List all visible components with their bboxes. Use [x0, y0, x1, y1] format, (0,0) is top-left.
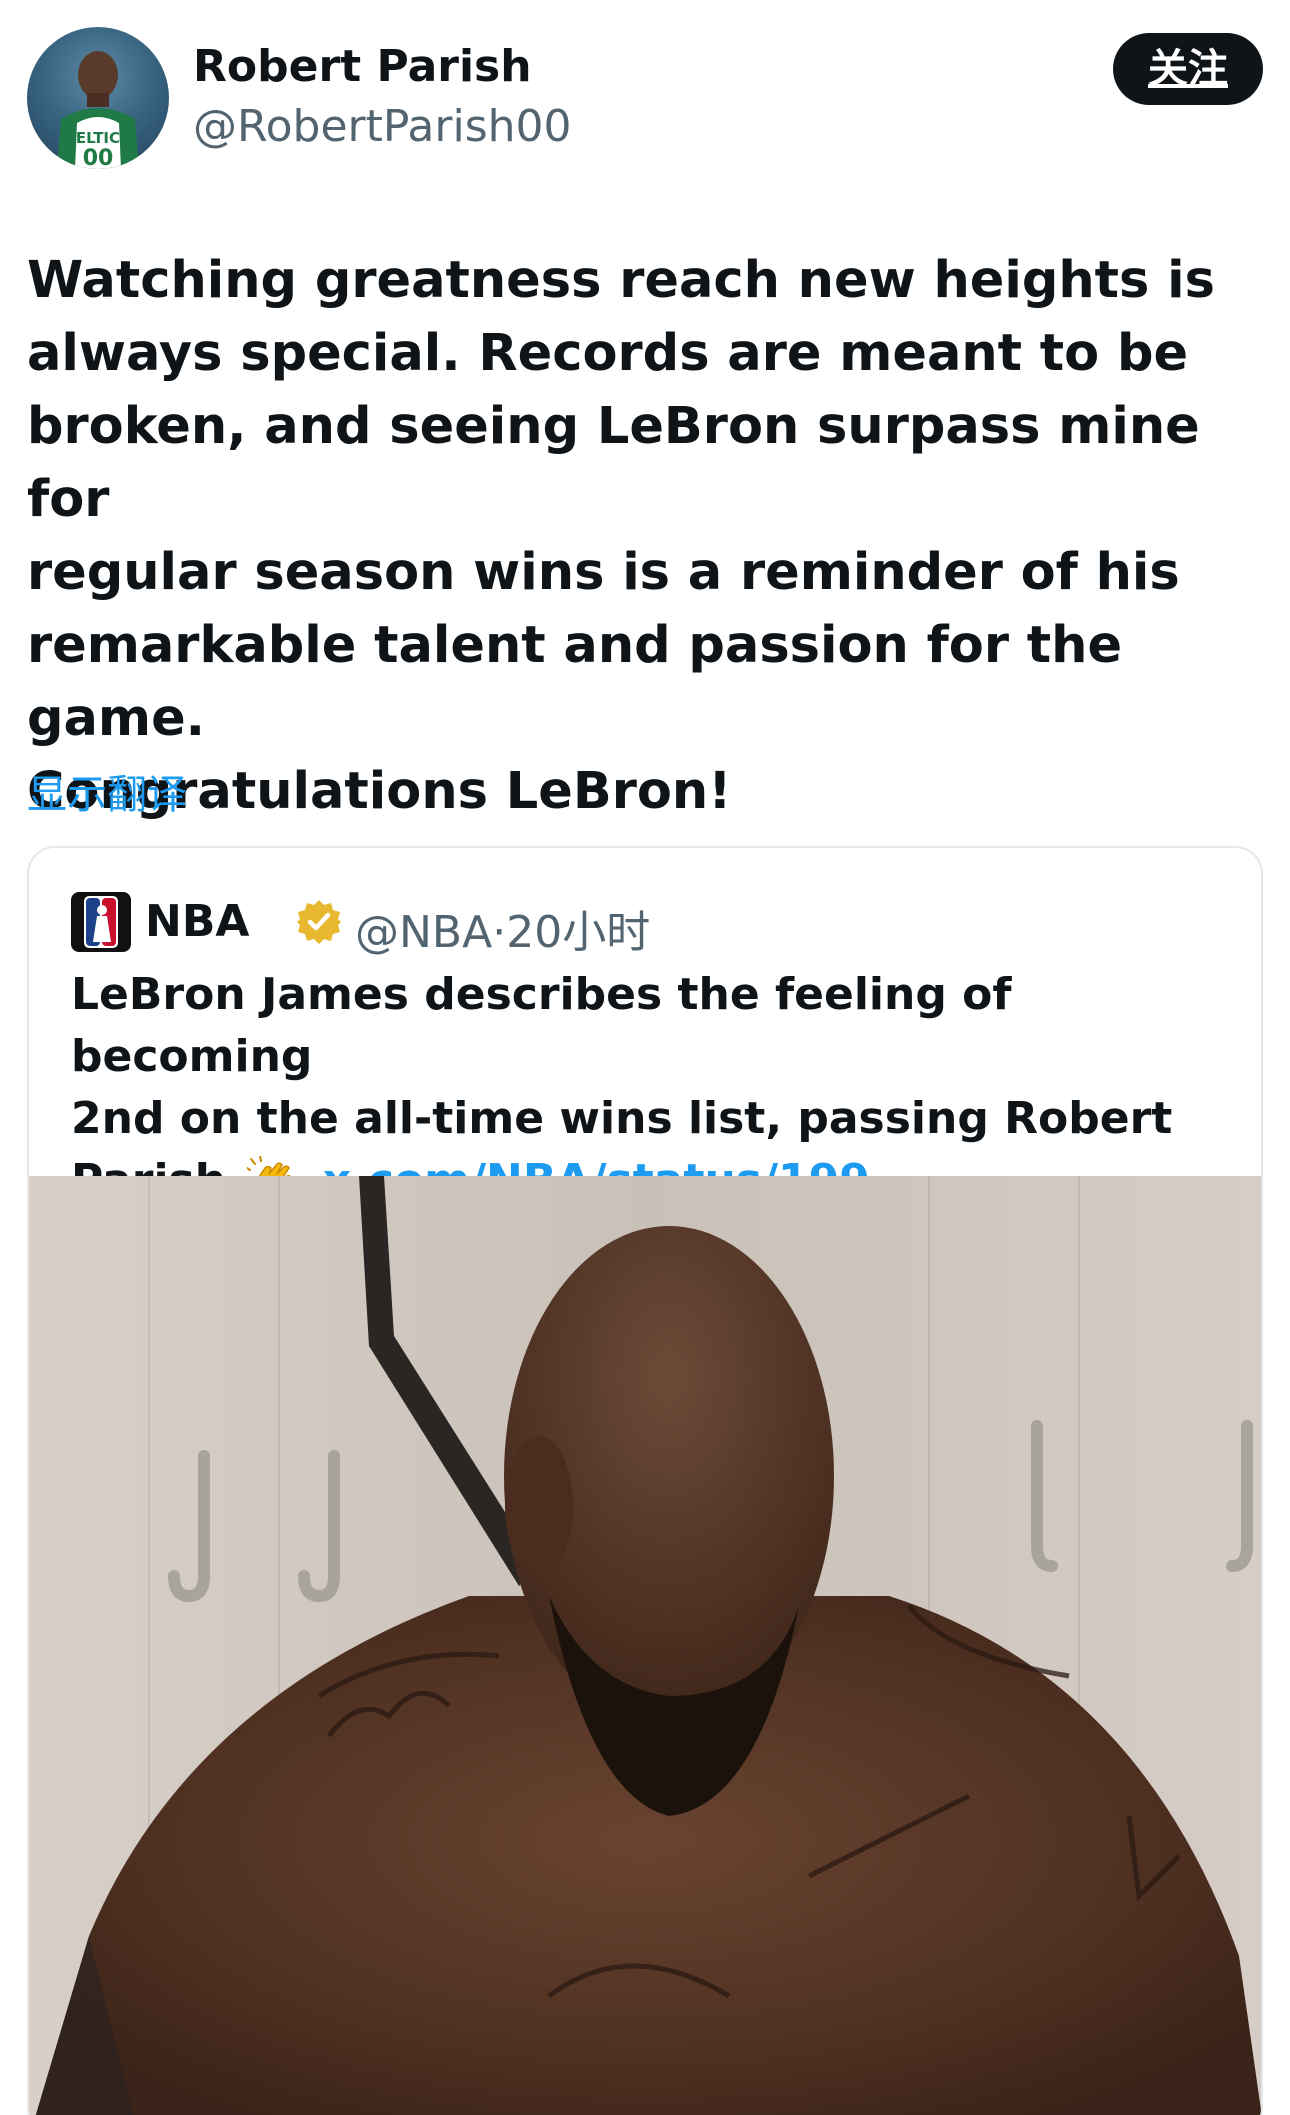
- show-translation-link[interactable]: 显示翻译: [27, 762, 187, 820]
- tweet-text-line: Watching greatness reach new heights is: [27, 251, 1215, 310]
- tweet-header: CELTICS 00 Robert Parish @RobertParish00…: [27, 27, 1263, 169]
- quote-tweet-card[interactable]: NBA @NBA·20小时 LeBron James describes the…: [27, 846, 1263, 2115]
- tweet-detail-page: CELTICS 00 Robert Parish @RobertParish00…: [0, 0, 1290, 2115]
- author-name[interactable]: Robert Parish: [193, 41, 532, 92]
- tweet-text-line: remarkable talent and passion for the ga…: [27, 616, 1123, 748]
- tweet-text: Watching greatness reach new heights is …: [27, 244, 1263, 828]
- tweet-text-line: broken, and seeing LeBron surpass mine f…: [27, 397, 1200, 529]
- author-handle[interactable]: @RobertParish00: [193, 101, 572, 152]
- quote-author-name[interactable]: NBA: [145, 896, 249, 947]
- verified-badge-icon: [297, 900, 341, 944]
- quote-header: NBA @NBA·20小时: [71, 892, 1221, 958]
- svg-text:CELTICS: CELTICS: [65, 129, 131, 147]
- quote-time[interactable]: 20小时: [506, 907, 650, 958]
- tweet-text-line: always special. Records are meant to be: [27, 324, 1189, 383]
- follow-button[interactable]: 关注: [1113, 33, 1263, 105]
- quote-text: LeBron James describes the feeling of be…: [71, 964, 1231, 1212]
- meta-separator: ·: [492, 907, 507, 958]
- author-avatar[interactable]: CELTICS 00: [27, 27, 169, 169]
- quote-text-line: LeBron James describes the feeling of be…: [71, 969, 1012, 1082]
- svg-text:00: 00: [83, 146, 114, 169]
- nba-logo-icon[interactable]: [71, 892, 131, 952]
- tweet-text-line: Congratulations LeBron!: [27, 762, 732, 821]
- quote-handle[interactable]: @NBA: [355, 907, 492, 958]
- tweet-text-line: regular season wins is a reminder of his: [27, 543, 1180, 602]
- avatar-photo-icon: CELTICS 00: [57, 51, 139, 169]
- quote-meta: @NBA·20小时: [355, 896, 650, 960]
- quote-media-image[interactable]: [29, 1176, 1263, 2115]
- quote-text-line: 2nd on the all-time wins list, passing R…: [71, 1093, 1173, 1144]
